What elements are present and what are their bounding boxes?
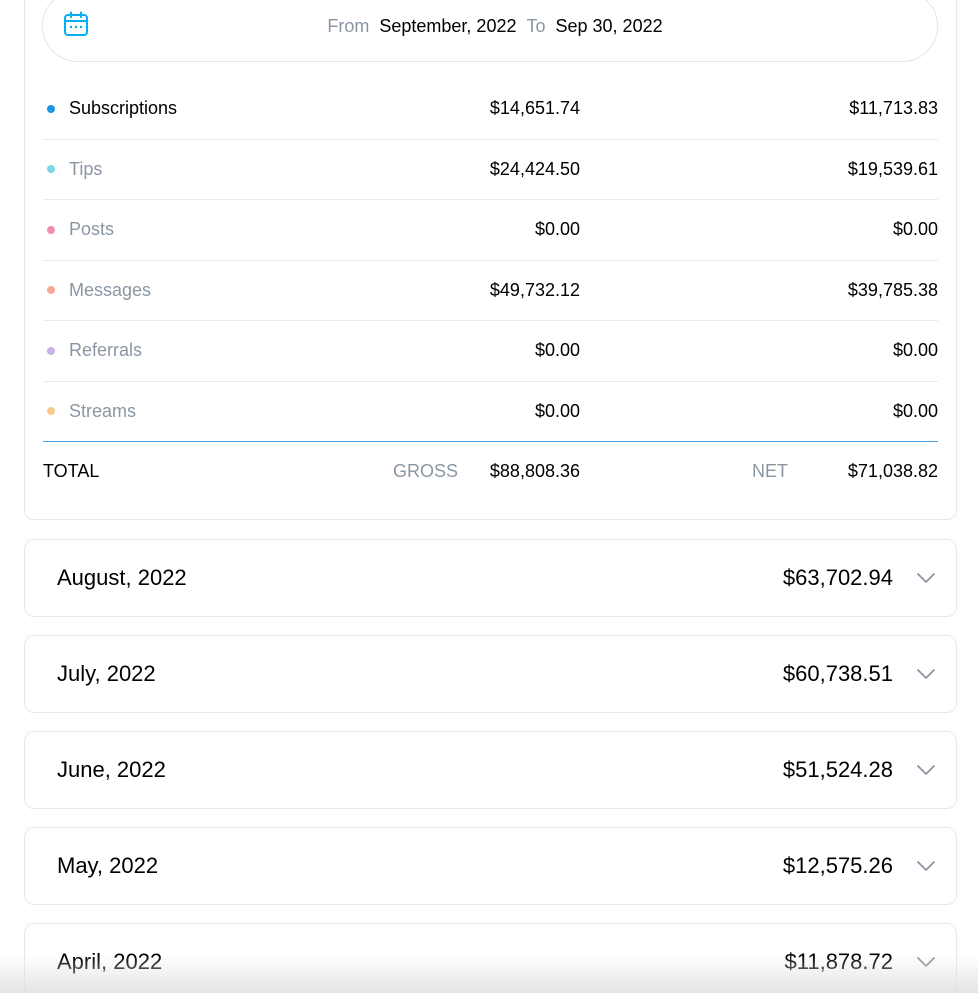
row-label: Referrals xyxy=(69,340,143,361)
row-gross: $24,424.50 xyxy=(489,158,580,179)
earnings-total-row: TOTAL GROSS $88,808.36 NET $71,038.82 xyxy=(43,441,938,501)
month-label: April, 2022 xyxy=(57,949,163,974)
earnings-row-subscriptions: Subscriptions $14,651.74 $11,713.83 xyxy=(43,79,938,140)
month-value: $12,575.26 xyxy=(782,853,893,878)
posts-dot xyxy=(47,225,55,234)
row-gross: $0.00 xyxy=(534,219,580,240)
streams-dot xyxy=(47,407,55,416)
month-label: May, 2022 xyxy=(57,853,159,878)
subscriptions-dot xyxy=(47,104,55,113)
earnings-row-tips: Tips $24,424.50 $19,539.61 xyxy=(43,140,938,200)
month-value: $63,702.94 xyxy=(782,565,893,590)
total-gross: $88,808.36 xyxy=(489,460,580,481)
earnings-breakdown: Subscriptions $14,651.74 $11,713.83 Tips… xyxy=(43,79,938,442)
row-label: Posts xyxy=(69,219,115,240)
row-label: Streams xyxy=(69,400,137,421)
row-net: $39,785.38 xyxy=(847,279,938,300)
month-row-april[interactable]: April, 2022 $11,878.72 xyxy=(24,923,957,993)
referrals-dot xyxy=(47,346,55,355)
calendar-icon[interactable] xyxy=(63,11,89,37)
row-gross: $0.00 xyxy=(534,400,580,421)
row-gross: $14,651.74 xyxy=(489,98,580,119)
tips-dot xyxy=(47,165,55,174)
month-row-may[interactable]: May, 2022 $12,575.26 xyxy=(24,827,957,905)
from-label: From xyxy=(327,15,370,36)
month-label: July, 2022 xyxy=(57,661,156,686)
total-label: TOTAL xyxy=(43,460,100,481)
month-row-july[interactable]: July, 2022 $60,738.51 xyxy=(24,635,957,713)
earnings-row-streams: Streams $0.00 $0.00 xyxy=(43,382,938,442)
month-value: $60,738.51 xyxy=(782,661,893,686)
chevron-down-icon[interactable] xyxy=(915,762,937,778)
earnings-row-posts: Posts $0.00 $0.00 xyxy=(43,200,938,261)
to-label: To xyxy=(526,15,546,36)
gross-label: GROSS xyxy=(392,460,458,481)
row-net: $11,713.83 xyxy=(849,98,938,119)
month-label: June, 2022 xyxy=(57,757,166,782)
net-label: NET xyxy=(752,460,788,481)
month-row-august[interactable]: August, 2022 $63,702.94 xyxy=(24,539,957,617)
row-gross: $49,732.12 xyxy=(489,279,580,300)
date-range-picker[interactable]: From September, 2022 To Sep 30, 2022 xyxy=(42,0,938,62)
messages-dot xyxy=(47,286,55,295)
month-value: $51,524.28 xyxy=(782,757,893,782)
earnings-row-referrals: Referrals $0.00 $0.00 xyxy=(43,321,938,382)
row-gross: $0.00 xyxy=(534,340,580,361)
chevron-down-icon[interactable] xyxy=(915,666,937,682)
row-net: $0.00 xyxy=(892,340,938,361)
to-value: Sep 30, 2022 xyxy=(555,15,663,36)
row-net: $19,539.61 xyxy=(847,158,938,179)
row-net: $0.00 xyxy=(892,400,938,421)
row-label: Messages xyxy=(69,279,152,300)
earnings-row-messages: Messages $49,732.12 $39,785.38 xyxy=(43,261,938,321)
row-label: Subscriptions xyxy=(69,98,178,119)
row-net: $0.00 xyxy=(892,219,938,240)
chevron-down-icon[interactable] xyxy=(915,954,937,970)
chevron-down-icon[interactable] xyxy=(915,570,937,586)
row-label: Tips xyxy=(69,158,103,179)
month-row-june[interactable]: June, 2022 $51,524.28 xyxy=(24,731,957,809)
month-label: August, 2022 xyxy=(57,565,187,590)
month-value: $11,878.72 xyxy=(784,949,893,974)
total-net: $71,038.82 xyxy=(847,460,938,481)
from-value: September, 2022 xyxy=(379,15,517,36)
chevron-down-icon[interactable] xyxy=(915,858,937,874)
